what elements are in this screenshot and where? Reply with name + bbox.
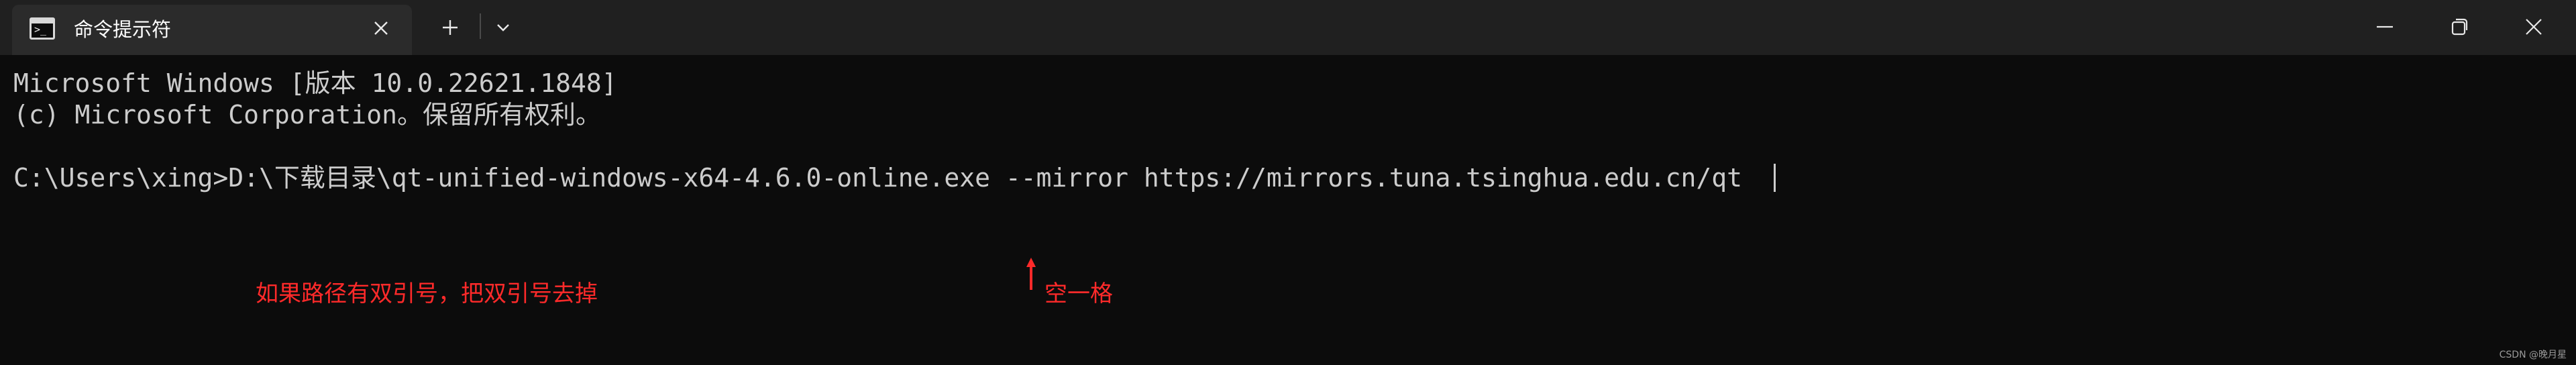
minimize-icon xyxy=(2377,25,2393,28)
console-line-version: Microsoft Windows [版本 10.0.22621.1848] xyxy=(13,68,617,98)
tab-dropdown-button[interactable] xyxy=(486,11,520,44)
chevron-down-icon xyxy=(497,24,509,32)
red-arrow-icon xyxy=(1026,258,1036,290)
text-cursor xyxy=(1774,164,1776,192)
close-window-button[interactable] xyxy=(2497,0,2571,55)
new-tab-button[interactable] xyxy=(431,10,469,45)
title-bar: >_ 命令提示符 xyxy=(0,0,2576,55)
plus-icon xyxy=(443,20,458,35)
console-line-command: C:\Users\xing>D:\下载目录\qt-unified-windows… xyxy=(13,163,1743,193)
minimize-button[interactable] xyxy=(2348,0,2422,55)
console-line-copyright: (c) Microsoft Corporation。保留所有权利。 xyxy=(13,100,601,129)
cmd-prompt-icon: >_ xyxy=(30,17,55,40)
tab-command-prompt[interactable]: >_ 命令提示符 xyxy=(12,5,412,55)
watermark: CSDN @晚月星 xyxy=(2499,350,2567,360)
tab-title: 命令提示符 xyxy=(74,18,172,41)
restore-button[interactable] xyxy=(2423,0,2497,55)
tab-close-icon[interactable] xyxy=(368,15,394,42)
close-icon xyxy=(2526,19,2542,35)
tab-separator xyxy=(480,13,481,39)
restore-icon xyxy=(2451,18,2468,36)
annotation-remove-quotes: 如果路径有双引号，把双引号去掉 xyxy=(256,280,598,307)
console-area[interactable]: Microsoft Windows [版本 10.0.22621.1848] (… xyxy=(0,55,2576,365)
annotation-one-space: 空一格 xyxy=(1044,280,1113,307)
